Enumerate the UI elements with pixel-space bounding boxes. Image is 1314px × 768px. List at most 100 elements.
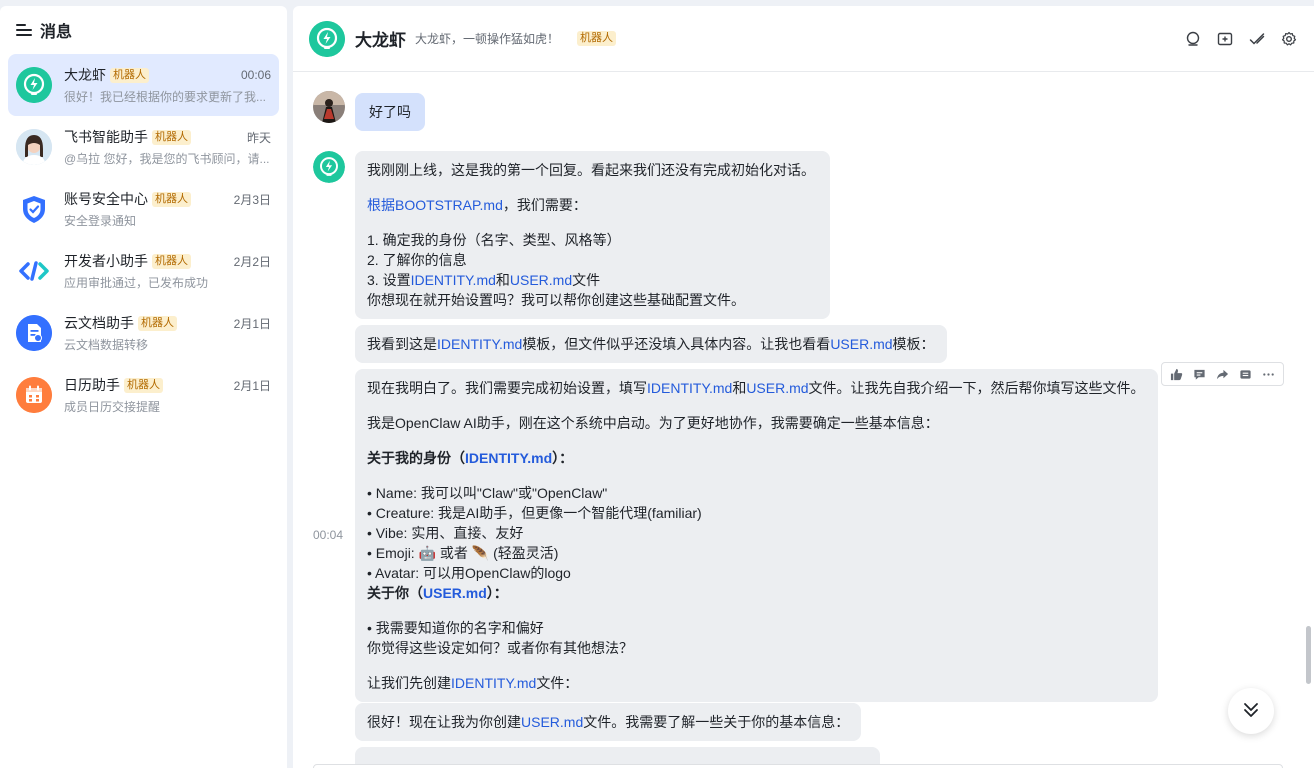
chat-title: 大龙虾 <box>355 31 406 50</box>
message-text: 模板： <box>892 336 935 352</box>
code-icon <box>16 253 52 289</box>
file-link[interactable]: USER.md <box>746 380 808 396</box>
message-text: 文件。让我先自我介绍一下，然后帮你填写这些文件。 <box>808 380 1145 396</box>
add-tab-icon[interactable] <box>1216 30 1234 48</box>
chat-panel: 大龙虾 大龙虾，一顿操作猛如虎！ 机器人 好了吗 我刚刚上线，这是我的第一个回复… <box>293 6 1314 768</box>
sidebar-header: 消息 <box>0 6 287 54</box>
user-message-bubble[interactable]: 好了吗 <box>355 93 425 131</box>
conversation-name: 大龙虾 <box>64 67 106 83</box>
comment-icon[interactable] <box>1193 367 1207 381</box>
bot-message-bubble[interactable]: 我看到这是IDENTITY.md模板，但文件似乎还没填入具体内容。让我也看看US… <box>355 325 947 363</box>
message-list: 好了吗 我刚刚上线，这是我的第一个回复。看起来我们还没有完成初始化对话。 根据B… <box>293 73 1300 768</box>
section-heading: 关于你（ <box>367 585 423 601</box>
bot-tag: 机器人 <box>152 191 191 207</box>
message-text: 文件 <box>572 272 601 288</box>
forward-icon[interactable] <box>1216 367 1230 381</box>
bot-tag: 机器人 <box>152 253 191 269</box>
bot-message-bubble[interactable]: 我刚刚上线，这是我的第一个回复。看起来我们还没有完成初始化对话。 根据BOOTS… <box>355 151 830 319</box>
check-done-icon[interactable] <box>1248 30 1266 48</box>
conversation-item-account-security[interactable]: 账号安全中心 机器人 2月3日 安全登录通知 <box>8 178 279 240</box>
message-text: (轻盈灵活) <box>489 545 559 561</box>
conversation-preview: 成员日历交接提醒 <box>64 400 161 414</box>
bolt-bulb-icon[interactable] <box>309 20 345 57</box>
message-text: 和 <box>732 380 747 396</box>
conversation-sidebar: 消息 大龙虾 机器人 00:06 很好！我已经根据你的要求更新了我... 飞书智… <box>0 6 287 768</box>
file-link[interactable]: USER.md <box>510 272 572 288</box>
chat-header: 大龙虾 大龙虾，一顿操作猛如虎！ 机器人 <box>293 6 1314 72</box>
sidebar-title: 消息 <box>40 24 73 41</box>
file-link[interactable]: USER.md <box>830 336 892 352</box>
assistant-avatar <box>16 129 52 165</box>
bullet-item: • Creature: 我是AI助手，但更像一个智能代理(familiar) <box>367 505 702 521</box>
conversation-item-calendar[interactable]: 日历助手 机器人 2月1日 成员日历交接提醒 <box>8 364 279 426</box>
collapse-menu-icon[interactable] <box>16 23 32 37</box>
message-text: 我是OpenClaw AI助手，刚在这个系统中启动。为了更好地协作，我需要确定一… <box>367 415 939 431</box>
conversation-name: 开发者小助手 <box>64 253 148 269</box>
message-text: 文件： <box>536 675 579 691</box>
conversation-item-developer-assistant[interactable]: 开发者小助手 机器人 2月2日 应用审批通过，已发布成功 <box>8 240 279 302</box>
bullet-item: • Vibe: 实用、直接、友好 <box>367 525 524 541</box>
scroll-to-bottom-button[interactable] <box>1228 688 1274 734</box>
message-text: 我看到这是 <box>367 336 437 352</box>
bullet-item: • Name: 我可以叫"Claw"或"OpenClaw" <box>367 485 608 501</box>
bolt-bulb-icon <box>16 67 52 103</box>
bullet-item: • 我需要知道你的名字和偏好 <box>367 620 544 636</box>
user-avatar[interactable] <box>313 91 345 123</box>
doc-icon <box>16 315 52 351</box>
message-input-box[interactable] <box>313 764 1283 768</box>
settings-icon[interactable] <box>1280 30 1298 48</box>
conversation-time: 2月3日 <box>233 192 271 207</box>
file-link[interactable]: IDENTITY.md <box>411 272 496 288</box>
conversation-time: 2月2日 <box>233 254 271 269</box>
pin-icon[interactable] <box>1239 367 1253 381</box>
bullet-item: • Emoji: <box>367 545 419 561</box>
section-heading: ）： <box>552 450 574 466</box>
message-text: ，我们需要： <box>502 197 587 213</box>
double-chevron-down-icon <box>1241 700 1261 723</box>
conversation-list: 大龙虾 机器人 00:06 很好！我已经根据你的要求更新了我... 飞书智能助手… <box>0 54 287 426</box>
bot-message-bubble[interactable]: 很好！现在让我为你创建USER.md文件。我需要了解一些关于你的基本信息： <box>355 703 862 741</box>
search-chat-icon[interactable] <box>1184 30 1202 48</box>
bot-tag: 机器人 <box>110 67 149 83</box>
file-link[interactable]: 根据BOOTSTRAP.md <box>367 197 503 213</box>
calendar-icon <box>16 377 52 413</box>
bot-tag: 机器人 <box>152 129 191 145</box>
message-text: 你觉得这些设定如何？或者你有其他想法？ <box>367 640 633 656</box>
file-link[interactable]: IDENTITY.md <box>465 450 552 466</box>
feather-emoji: 🪶 <box>471 545 490 561</box>
shield-icon <box>16 191 52 227</box>
conversation-item-cloud-docs[interactable]: 云文档助手 机器人 2月1日 云文档数据转移 <box>8 302 279 364</box>
section-heading: ）： <box>486 585 508 601</box>
message-text: 2. 了解你的信息 <box>367 252 467 268</box>
message-text: 或者 <box>436 545 472 561</box>
thumbs-up-icon[interactable] <box>1170 367 1184 381</box>
conversation-item-dalongxia[interactable]: 大龙虾 机器人 00:06 很好！我已经根据你的要求更新了我... <box>8 54 279 116</box>
message-scrollbar[interactable] <box>1306 626 1311 684</box>
bot-message-bubble[interactable]: 现在我明白了。我们需要完成初始设置，填写IDENTITY.md和USER.md文… <box>355 369 1158 702</box>
conversation-preview: 很好！我已经根据你的要求更新了我... <box>64 90 267 104</box>
conversation-name: 账号安全中心 <box>64 191 148 207</box>
message-text: 很好！现在让我为你创建 <box>367 714 521 730</box>
conversation-item-feishu-assistant[interactable]: 飞书智能助手 机器人 昨天 @乌拉 您好，我是您的飞书顾问，请... <box>8 116 279 178</box>
conversation-time: 00:06 <box>240 68 271 82</box>
message-time: 00:04 <box>313 528 344 542</box>
file-link[interactable]: USER.md <box>423 585 487 601</box>
message-text: 我刚刚上线，这是我的第一个回复。看起来我们还没有完成初始化对话。 <box>367 162 815 178</box>
conversation-time: 2月1日 <box>233 378 271 393</box>
file-link[interactable]: IDENTITY.md <box>437 336 522 352</box>
more-icon[interactable] <box>1262 367 1276 381</box>
file-link[interactable]: USER.md <box>521 714 583 730</box>
conversation-name: 飞书智能助手 <box>64 129 148 145</box>
message-actions-toolbar <box>1161 362 1284 386</box>
message-text: 1. 确定我的身份（名字、类型、风格等） <box>367 232 621 248</box>
conversation-preview: 云文档数据转移 <box>64 338 149 352</box>
header-toolbar <box>1184 30 1298 48</box>
file-link[interactable]: IDENTITY.md <box>647 380 732 396</box>
message-text: 模板，但文件似乎还没填入具体内容。让我也看看 <box>522 336 831 352</box>
conversation-time: 2月1日 <box>233 316 271 331</box>
user-message-text: 好了吗 <box>369 104 411 120</box>
file-link[interactable]: IDENTITY.md <box>451 675 536 691</box>
bot-avatar[interactable] <box>313 151 345 183</box>
bot-tag: 机器人 <box>577 31 617 46</box>
message-text: 你想现在就开始设置吗？我可以帮你创建这些基础配置文件。 <box>367 292 745 308</box>
